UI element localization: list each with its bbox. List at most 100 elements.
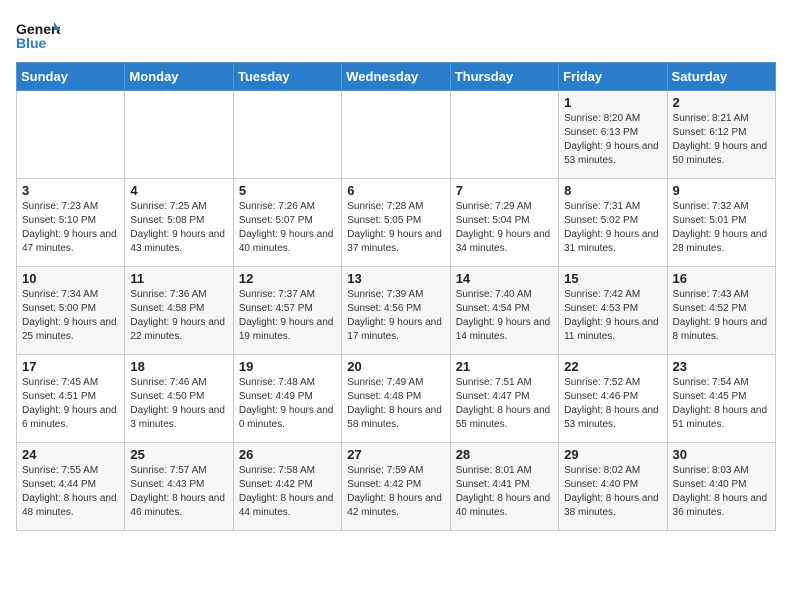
day-number: 16	[673, 271, 770, 286]
calendar-cell: 24 Sunrise: 7:55 AM Sunset: 4:44 PM Dayli…	[17, 443, 125, 531]
day-number: 22	[564, 359, 661, 374]
day-info: Sunrise: 8:01 AM Sunset: 4:41 PM Dayligh…	[456, 464, 553, 520]
calendar-cell: 28 Sunrise: 8:01 AM Sunset: 4:41 PM Dayli…	[450, 443, 558, 531]
day-number: 25	[130, 447, 227, 462]
calendar-cell: 9Sunrise: 7:32 AM Sunset: 5:01 PM Daylig…	[667, 179, 775, 267]
day-number: 17	[22, 359, 119, 374]
day-info: Sunrise: 7:28 AM Sunset: 5:05 PM Dayligh…	[347, 200, 444, 256]
day-info: Sunrise: 8:20 AM Sunset: 6:13 PM Dayligh…	[564, 112, 661, 168]
weekday-header: Thursday	[450, 63, 558, 91]
calendar-cell: 16 Sunrise: 7:43 AM Sunset: 4:52 PM Dayli…	[667, 267, 775, 355]
day-info: Sunrise: 7:52 AM Sunset: 4:46 PM Dayligh…	[564, 376, 661, 432]
day-info: Sunrise: 7:49 AM Sunset: 4:48 PM Dayligh…	[347, 376, 444, 432]
day-info: Sunrise: 7:43 AM Sunset: 4:52 PM Dayligh…	[673, 288, 770, 344]
calendar-body: 1 Sunrise: 8:20 AM Sunset: 6:13 PM Daylig…	[17, 91, 776, 531]
calendar-week-row: 17 Sunrise: 7:45 AM Sunset: 4:51 PM Dayli…	[17, 355, 776, 443]
day-number: 24	[22, 447, 119, 462]
calendar-cell: 26 Sunrise: 7:58 AM Sunset: 4:42 PM Dayli…	[233, 443, 341, 531]
day-info: Sunrise: 7:58 AM Sunset: 4:42 PM Dayligh…	[239, 464, 336, 520]
day-number: 27	[347, 447, 444, 462]
day-number: 6	[347, 183, 444, 198]
calendar-cell: 7 Sunrise: 7:29 AM Sunset: 5:04 PM Daylig…	[450, 179, 558, 267]
calendar-week-row: 1 Sunrise: 8:20 AM Sunset: 6:13 PM Daylig…	[17, 91, 776, 179]
calendar-cell	[233, 91, 341, 179]
weekday-header: Wednesday	[342, 63, 450, 91]
day-info: Sunrise: 7:55 AM Sunset: 4:44 PM Dayligh…	[22, 464, 119, 520]
calendar-week-row: 3 Sunrise: 7:23 AM Sunset: 5:10 PM Daylig…	[17, 179, 776, 267]
day-number: 15	[564, 271, 661, 286]
day-info: Sunrise: 7:23 AM Sunset: 5:10 PM Dayligh…	[22, 200, 119, 256]
calendar-cell: 17 Sunrise: 7:45 AM Sunset: 4:51 PM Dayli…	[17, 355, 125, 443]
calendar-cell: 27 Sunrise: 7:59 AM Sunset: 4:42 PM Dayli…	[342, 443, 450, 531]
calendar-cell: 3 Sunrise: 7:23 AM Sunset: 5:10 PM Daylig…	[17, 179, 125, 267]
calendar-cell: 15 Sunrise: 7:42 AM Sunset: 4:53 PM Dayli…	[559, 267, 667, 355]
day-info: Sunrise: 8:21 AM Sunset: 6:12 PM Dayligh…	[673, 112, 770, 168]
day-number: 11	[130, 271, 227, 286]
calendar-cell: 25 Sunrise: 7:57 AM Sunset: 4:43 PM Dayli…	[125, 443, 233, 531]
calendar-cell: 19 Sunrise: 7:48 AM Sunset: 4:49 PM Dayli…	[233, 355, 341, 443]
day-number: 8	[564, 183, 661, 198]
day-info: Sunrise: 8:02 AM Sunset: 4:40 PM Dayligh…	[564, 464, 661, 520]
calendar-cell: 11Sunrise: 7:36 AM Sunset: 4:58 PM Dayli…	[125, 267, 233, 355]
calendar-cell: 22 Sunrise: 7:52 AM Sunset: 4:46 PM Dayli…	[559, 355, 667, 443]
calendar-cell: 29 Sunrise: 8:02 AM Sunset: 4:40 PM Dayli…	[559, 443, 667, 531]
calendar-cell	[125, 91, 233, 179]
day-info: Sunrise: 7:42 AM Sunset: 4:53 PM Dayligh…	[564, 288, 661, 344]
day-number: 30	[673, 447, 770, 462]
day-number: 5	[239, 183, 336, 198]
calendar-cell	[342, 91, 450, 179]
day-info: Sunrise: 7:54 AM Sunset: 4:45 PM Dayligh…	[673, 376, 770, 432]
day-number: 21	[456, 359, 553, 374]
calendar-week-row: 24 Sunrise: 7:55 AM Sunset: 4:44 PM Dayli…	[17, 443, 776, 531]
calendar-cell: 18 Sunrise: 7:46 AM Sunset: 4:50 PM Dayli…	[125, 355, 233, 443]
weekday-header: Monday	[125, 63, 233, 91]
calendar-header-row: SundayMondayTuesdayWednesdayThursdayFrid…	[17, 63, 776, 91]
day-info: Sunrise: 7:32 AM Sunset: 5:01 PM Dayligh…	[673, 200, 770, 256]
day-number: 4	[130, 183, 227, 198]
weekday-header: Saturday	[667, 63, 775, 91]
day-info: Sunrise: 7:40 AM Sunset: 4:54 PM Dayligh…	[456, 288, 553, 344]
day-number: 19	[239, 359, 336, 374]
day-info: Sunrise: 7:26 AM Sunset: 5:07 PM Dayligh…	[239, 200, 336, 256]
day-number: 12	[239, 271, 336, 286]
day-number: 20	[347, 359, 444, 374]
calendar-cell: 20 Sunrise: 7:49 AM Sunset: 4:48 PM Dayli…	[342, 355, 450, 443]
day-info: Sunrise: 7:48 AM Sunset: 4:49 PM Dayligh…	[239, 376, 336, 432]
logo-icon: General Blue	[16, 16, 60, 54]
day-info: Sunrise: 7:34 AM Sunset: 5:00 PM Dayligh…	[22, 288, 119, 344]
day-number: 26	[239, 447, 336, 462]
calendar-cell	[17, 91, 125, 179]
logo: General Blue	[16, 16, 60, 54]
calendar-cell: 1 Sunrise: 8:20 AM Sunset: 6:13 PM Daylig…	[559, 91, 667, 179]
day-info: Sunrise: 7:29 AM Sunset: 5:04 PM Dayligh…	[456, 200, 553, 256]
calendar-cell: 12 Sunrise: 7:37 AM Sunset: 4:57 PM Dayli…	[233, 267, 341, 355]
day-number: 7	[456, 183, 553, 198]
weekday-header: Sunday	[17, 63, 125, 91]
day-info: Sunrise: 7:57 AM Sunset: 4:43 PM Dayligh…	[130, 464, 227, 520]
day-number: 1	[564, 95, 661, 110]
calendar-week-row: 10 Sunrise: 7:34 AM Sunset: 5:00 PM Dayli…	[17, 267, 776, 355]
calendar-cell: 30Sunrise: 8:03 AM Sunset: 4:40 PM Dayli…	[667, 443, 775, 531]
day-number: 23	[673, 359, 770, 374]
weekday-header: Tuesday	[233, 63, 341, 91]
header: General Blue	[16, 16, 776, 54]
day-info: Sunrise: 7:37 AM Sunset: 4:57 PM Dayligh…	[239, 288, 336, 344]
calendar-cell: 14 Sunrise: 7:40 AM Sunset: 4:54 PM Dayli…	[450, 267, 558, 355]
calendar-cell: 6 Sunrise: 7:28 AM Sunset: 5:05 PM Daylig…	[342, 179, 450, 267]
day-number: 14	[456, 271, 553, 286]
day-info: Sunrise: 7:46 AM Sunset: 4:50 PM Dayligh…	[130, 376, 227, 432]
day-number: 3	[22, 183, 119, 198]
calendar-cell: 2Sunrise: 8:21 AM Sunset: 6:12 PM Daylig…	[667, 91, 775, 179]
day-number: 29	[564, 447, 661, 462]
day-info: Sunrise: 7:39 AM Sunset: 4:56 PM Dayligh…	[347, 288, 444, 344]
calendar-cell: 21 Sunrise: 7:51 AM Sunset: 4:47 PM Dayli…	[450, 355, 558, 443]
day-info: Sunrise: 7:45 AM Sunset: 4:51 PM Dayligh…	[22, 376, 119, 432]
day-number: 18	[130, 359, 227, 374]
calendar-cell: 13Sunrise: 7:39 AM Sunset: 4:56 PM Dayli…	[342, 267, 450, 355]
day-number: 10	[22, 271, 119, 286]
day-info: Sunrise: 7:59 AM Sunset: 4:42 PM Dayligh…	[347, 464, 444, 520]
day-number: 28	[456, 447, 553, 462]
calendar-cell: 23 Sunrise: 7:54 AM Sunset: 4:45 PM Dayli…	[667, 355, 775, 443]
weekday-header: Friday	[559, 63, 667, 91]
day-info: Sunrise: 7:51 AM Sunset: 4:47 PM Dayligh…	[456, 376, 553, 432]
